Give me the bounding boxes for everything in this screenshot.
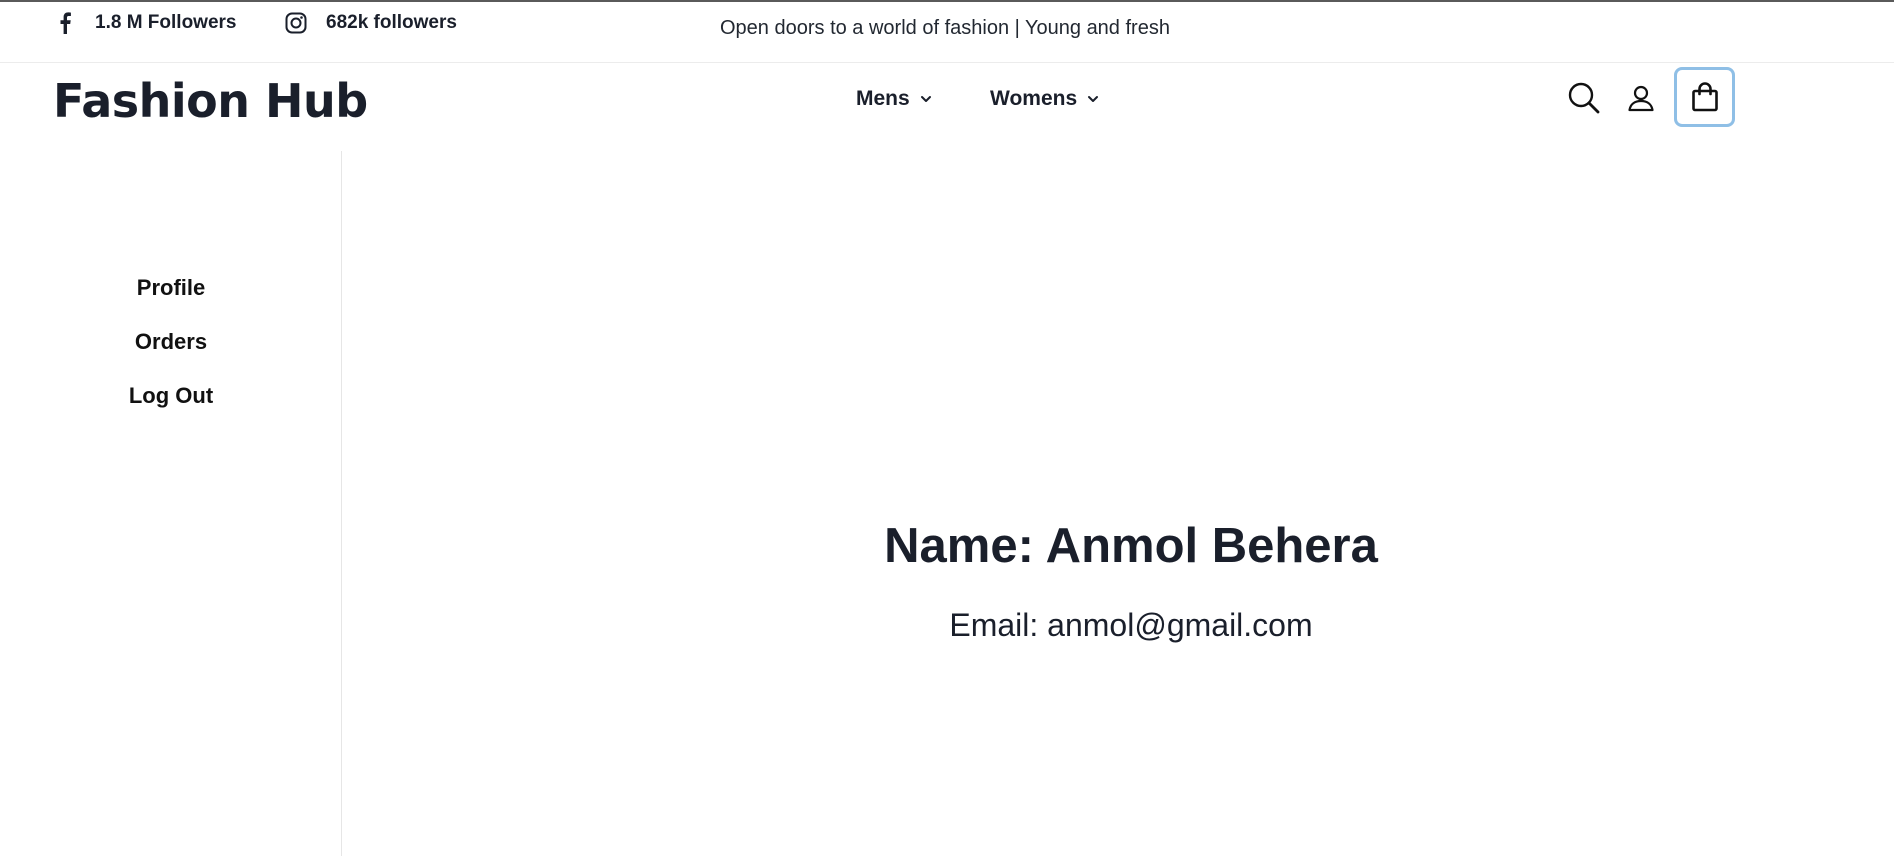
chevron-down-icon [1087, 93, 1099, 105]
sidebar-item-profile[interactable]: Profile [0, 275, 342, 301]
site-header: Fashion Hub Mens Womens [0, 63, 1894, 151]
instagram-icon [285, 12, 307, 34]
facebook-followers-link[interactable]: 1.8 M Followers [54, 12, 236, 34]
shopping-bag-icon [1691, 82, 1718, 112]
sidebar-item-logout[interactable]: Log Out [0, 383, 342, 409]
account-button[interactable] [1623, 80, 1659, 116]
chevron-down-icon [920, 93, 932, 105]
tagline: Open doors to a world of fashion | Young… [720, 17, 1170, 39]
facebook-followers-count: 1.8 M Followers [95, 12, 237, 33]
search-icon [1568, 82, 1600, 114]
account-sidebar: Profile Orders Log Out [0, 151, 342, 856]
search-button[interactable] [1566, 80, 1602, 116]
profile-name: Name: Anmol Behera [884, 519, 1378, 573]
sidebar-item-orders[interactable]: Orders [0, 329, 342, 355]
facebook-icon [54, 12, 76, 34]
profile-panel: Name: Anmol Behera Email: anmol@gmail.co… [343, 151, 1894, 856]
cart-button[interactable] [1674, 67, 1735, 127]
announcement-bar: 1.8 M Followers 682k followers Open door… [0, 2, 1894, 63]
brand-logo[interactable]: Fashion Hub [53, 74, 368, 128]
nav-womens[interactable]: Womens [990, 87, 1099, 111]
instagram-followers-link[interactable]: 682k followers [285, 12, 457, 34]
instagram-followers-count: 682k followers [326, 12, 457, 33]
profile-email: Email: anmol@gmail.com [949, 607, 1313, 643]
nav-mens-label: Mens [856, 87, 910, 110]
user-icon [1628, 85, 1654, 112]
nav-womens-label: Womens [990, 87, 1078, 110]
nav-mens[interactable]: Mens [856, 87, 932, 111]
